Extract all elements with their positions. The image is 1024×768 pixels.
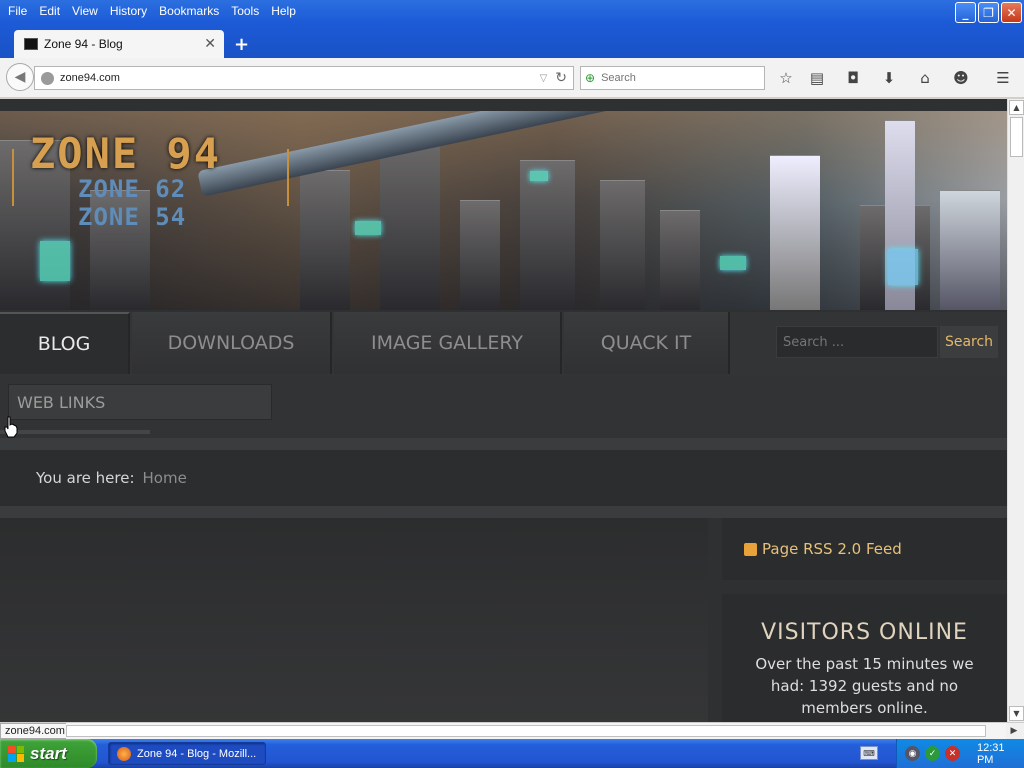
hand-cursor-icon: [4, 416, 18, 438]
browser-search-bar[interactable]: ⊕: [580, 66, 765, 90]
vertical-scrollbar[interactable]: ▲ ▼: [1007, 99, 1024, 722]
nav-web-links[interactable]: WEB LINKS: [8, 384, 272, 420]
menu-edit[interactable]: Edit: [35, 4, 68, 18]
site-favicon-icon: [24, 38, 38, 50]
horizontal-scrollbar[interactable]: ▶: [66, 723, 1017, 739]
divider: [0, 438, 1007, 450]
minimize-button[interactable]: _: [955, 2, 976, 23]
breadcrumb: You are here: Home: [0, 450, 1007, 506]
close-tab-icon[interactable]: ✕: [204, 36, 216, 52]
scroll-down-arrow-icon[interactable]: ▼: [1009, 706, 1024, 721]
scroll-up-arrow-icon[interactable]: ▲: [1009, 100, 1024, 115]
nav-blog[interactable]: BLOG: [0, 312, 130, 374]
search-engine-icon[interactable]: ⊕: [585, 71, 595, 85]
divider: [0, 430, 150, 434]
main-navigation: BLOG DOWNLOADS IMAGE GALLERY QUACK IT Se…: [0, 312, 1007, 376]
visitors-text: Over the past 15 minutes we had: 1392 gu…: [755, 655, 974, 717]
taskbar-clock[interactable]: 12:31 PM: [977, 742, 1024, 766]
hscroll-thumb[interactable]: [66, 725, 986, 737]
scroll-thumb[interactable]: [1010, 117, 1023, 157]
logo-sub-zone54: ZONE 54: [78, 203, 187, 231]
site-banner: ZONE 94 ZONE 62 ZONE 54: [0, 111, 1007, 310]
status-url: zone94.com: [0, 723, 70, 739]
tab-zone94-blog[interactable]: Zone 94 - Blog ✕: [14, 30, 224, 58]
bookmark-star-icon[interactable]: ☆: [776, 68, 796, 88]
tray-security-icon[interactable]: ✓: [924, 746, 940, 761]
menu-view[interactable]: View: [68, 4, 106, 18]
downloads-icon[interactable]: ⬇: [879, 68, 899, 88]
menu-bookmarks[interactable]: Bookmarks: [155, 4, 227, 18]
back-button[interactable]: ◀: [6, 63, 34, 91]
nav-image-gallery[interactable]: IMAGE GALLERY: [334, 312, 562, 374]
nav-quack-it[interactable]: QUACK IT: [564, 312, 730, 374]
dropdown-arrow-icon[interactable]: ▽: [540, 73, 548, 84]
pocket-icon[interactable]: ◘: [843, 68, 863, 88]
rss-feed-module[interactable]: Page RSS 2.0 Feed: [722, 518, 1007, 580]
start-label: start: [30, 743, 67, 763]
banner-hologram: [720, 256, 746, 270]
banner-building: [600, 180, 645, 310]
breadcrumb-label: You are here:: [36, 469, 135, 487]
page-viewport: ZONE 94 ZONE 62 ZONE 54 BLOG DOWNLOADS I…: [0, 99, 1007, 722]
navigation-toolbar: ◀ zone94.com ▽ ↻ ⊕ ☆ ▤ ◘ ⬇ ⌂ ☻ ☰: [0, 58, 1024, 98]
status-bar: zone94.com ▶: [0, 722, 1024, 739]
url-text[interactable]: zone94.com: [60, 72, 540, 84]
banner-hologram: [355, 221, 381, 235]
banner-hologram: [40, 241, 70, 281]
taskbar-item-firefox[interactable]: Zone 94 - Blog - Mozill...: [108, 742, 266, 765]
rss-icon: [744, 542, 757, 556]
window-controls: _ ❐ ✕: [955, 2, 1022, 23]
site-search-input[interactable]: [776, 326, 938, 358]
tray-network-icon[interactable]: ◉: [905, 746, 920, 761]
banner-building: [380, 135, 440, 310]
browser-search-input[interactable]: [599, 71, 750, 85]
home-icon[interactable]: ⌂: [915, 68, 935, 88]
visitors-online-module: VISITORS ONLINE Over the past 15 minutes…: [722, 594, 1007, 722]
browser-titlebar: File Edit View History Bookmarks Tools H…: [0, 0, 1024, 58]
banner-hologram: [530, 171, 548, 181]
restore-button[interactable]: ❐: [978, 2, 999, 23]
banner-building: [300, 170, 350, 310]
reload-icon[interactable]: ↻: [555, 70, 567, 86]
site-logo[interactable]: ZONE 94: [30, 129, 221, 178]
rss-feed-link[interactable]: Page RSS 2.0 Feed: [762, 540, 902, 558]
tab-title: Zone 94 - Blog: [44, 37, 123, 51]
menu-bar: File Edit View History Bookmarks Tools H…: [0, 0, 304, 22]
menu-history[interactable]: History: [106, 4, 155, 18]
banner-hologram: [888, 249, 918, 285]
keyboard-icon[interactable]: ⌨: [860, 746, 878, 760]
sub-navigation: WEB LINKS: [0, 376, 1007, 438]
menu-help[interactable]: Help: [267, 4, 304, 18]
banner-building: [770, 155, 820, 310]
main-content-area: [0, 518, 708, 722]
chat-icon[interactable]: ☻: [951, 68, 971, 88]
banner-building: [460, 200, 500, 310]
tray-shield-icon[interactable]: ✕: [944, 746, 960, 761]
banner-building: [660, 210, 700, 310]
address-bar[interactable]: zone94.com ▽ ↻: [34, 66, 574, 90]
site-search-button[interactable]: Search: [940, 326, 998, 358]
windows-logo-icon: [8, 745, 24, 762]
taskbar-item-label: Zone 94 - Blog - Mozill...: [137, 747, 257, 760]
reading-list-icon[interactable]: ▤: [807, 68, 827, 88]
hamburger-menu-icon[interactable]: ☰: [993, 68, 1013, 88]
scroll-right-arrow-icon[interactable]: ▶: [1006, 723, 1022, 739]
logo-sub-zone62: ZONE 62: [78, 175, 187, 203]
globe-icon: [41, 71, 54, 85]
visitors-title: VISITORS ONLINE: [761, 620, 968, 645]
nav-downloads[interactable]: DOWNLOADS: [132, 312, 332, 374]
divider: [0, 506, 1007, 518]
breadcrumb-home-link[interactable]: Home: [143, 469, 187, 487]
menu-tools[interactable]: Tools: [227, 4, 267, 18]
system-tray: ◉ ✓ ✕ 12:31 PM: [896, 739, 1024, 768]
menu-file[interactable]: File: [4, 4, 35, 18]
banner-building: [940, 190, 1000, 310]
new-tab-button[interactable]: +: [234, 34, 249, 55]
start-button[interactable]: start: [0, 739, 97, 768]
firefox-icon: [117, 746, 131, 761]
banner-building: [520, 160, 575, 310]
windows-taskbar: start Zone 94 - Blog - Mozill... ⌨ ◉ ✓ ✕…: [0, 739, 1024, 768]
close-window-button[interactable]: ✕: [1001, 2, 1022, 23]
